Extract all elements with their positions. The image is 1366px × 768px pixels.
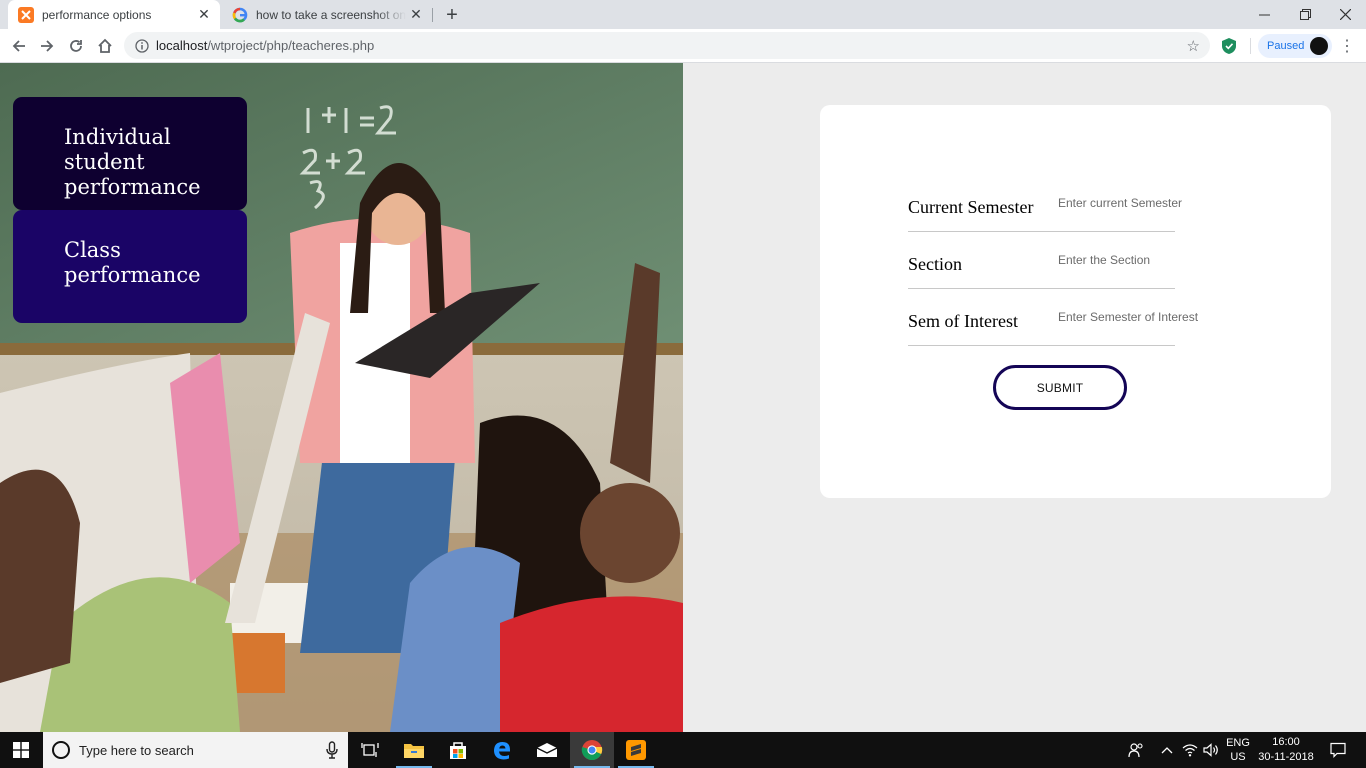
windows-logo-icon [13,742,29,758]
reload-icon [70,40,82,52]
close-window-button[interactable] [1324,0,1366,29]
people-button[interactable] [1124,732,1148,768]
tab-title: performance options [42,7,152,22]
language-region: US [1230,751,1246,763]
current-semester-input[interactable] [1058,196,1218,210]
minimize-button[interactable] [1243,0,1285,29]
volume-button[interactable] [1201,732,1221,768]
taskbar-search[interactable]: Type here to search [43,732,348,768]
sublime-text-icon [626,740,646,760]
tab-title: how to take a screenshot on a laptop [256,7,406,22]
edge-button[interactable] [480,732,524,768]
arrow-right-icon [41,40,54,52]
network-button[interactable] [1180,732,1200,768]
new-tab-button[interactable]: + [441,4,463,26]
minimize-icon [1258,14,1270,16]
start-button[interactable] [0,732,42,768]
tab-google-search[interactable]: how to take a screenshot on a laptop ✕ [222,0,432,29]
menu-label: Class performance [64,238,201,287]
sem-of-interest-label: Sem of Interest [908,311,1018,331]
page-content: Individual student performance Class per… [0,63,1366,732]
search-placeholder: Type here to search [79,742,194,758]
back-button[interactable] [6,33,32,59]
xampp-icon [18,6,34,23]
tab-separator [432,8,433,22]
clock-time: 16:00 [1272,736,1300,748]
tab-strip: performance options ✕ how to take a scre… [0,0,1366,29]
clock-button[interactable]: 16:00 30-11-2018 [1256,732,1316,768]
menu-individual-student-performance[interactable]: Individual student performance [13,97,247,210]
microsoft-store-button[interactable] [436,732,480,768]
cortana-icon [52,741,70,759]
home-icon [98,38,112,53]
taskbar: Type here to search ENG US 16:00 30-11-2… [0,732,1366,768]
bookmark-star-icon[interactable]: ☆ [1187,37,1200,55]
mail-button[interactable] [525,732,569,768]
input-language-button[interactable]: ENG US [1224,732,1252,768]
sublime-text-button[interactable] [614,732,658,768]
microphone-icon[interactable] [326,741,338,759]
wifi-icon [1182,744,1198,757]
menu-class-performance[interactable]: Class performance [13,210,247,323]
profile-button[interactable]: Paused [1258,34,1332,58]
forward-button[interactable] [34,33,60,59]
mail-icon [536,743,558,757]
toolbar-separator [1250,38,1251,54]
people-icon [1128,743,1143,758]
close-tab-icon[interactable]: ✕ [406,5,426,25]
menu-label: Individual student performance [64,125,201,199]
edge-icon [494,742,510,760]
submit-button[interactable]: SUBMIT [993,365,1127,410]
section-input[interactable] [1058,253,1218,267]
shield-extension-icon[interactable] [1220,37,1238,55]
arrow-left-icon [12,40,25,52]
chrome-icon [581,740,603,761]
folder-icon [404,744,424,758]
sem-of-interest-input[interactable] [1058,310,1218,324]
chevron-up-icon [1161,747,1173,754]
tab-performance-options[interactable]: performance options ✕ [8,0,220,29]
current-semester-label: Current Semester [908,197,1034,217]
language-code: ENG [1226,737,1250,749]
address-bar[interactable]: localhost/wtproject/php/teacheres.php ☆ [124,32,1210,59]
restore-button[interactable] [1284,0,1326,29]
current-semester-row: Current Semester [908,175,1218,232]
action-center-button[interactable] [1324,732,1352,768]
store-bag-icon [450,742,466,759]
avatar [1310,37,1328,55]
task-view-button[interactable] [348,732,392,768]
sem-of-interest-row: Sem of Interest [908,289,1218,346]
notification-icon [1330,742,1346,758]
close-icon [1339,9,1351,20]
url-path: /wtproject/php/teacheres.php [207,38,375,53]
classroom-photo: Individual student performance Class per… [0,63,683,732]
semester-form: Current Semester Section Sem of Interest… [820,105,1331,498]
reload-button[interactable] [63,33,89,59]
file-explorer-button[interactable] [392,732,436,768]
more-menu-icon[interactable]: ⋮ [1337,36,1357,56]
google-icon [232,7,248,23]
speaker-icon [1203,743,1218,757]
url-host: localhost [156,38,208,53]
chrome-button[interactable] [570,732,614,768]
info-icon[interactable] [134,38,150,54]
home-button[interactable] [92,33,118,59]
section-label: Section [908,254,962,274]
restore-icon [1299,9,1311,20]
close-tab-icon[interactable]: ✕ [194,5,214,25]
section-row: Section [908,232,1218,289]
task-view-icon [361,743,379,757]
show-hidden-icons-button[interactable] [1158,732,1176,768]
clock-date: 30-11-2018 [1258,751,1314,763]
url-text: localhost/wtproject/php/teacheres.php [156,38,374,53]
profile-status: Paused [1267,40,1305,52]
browser-toolbar: localhost/wtproject/php/teacheres.php ☆ [0,29,1366,63]
